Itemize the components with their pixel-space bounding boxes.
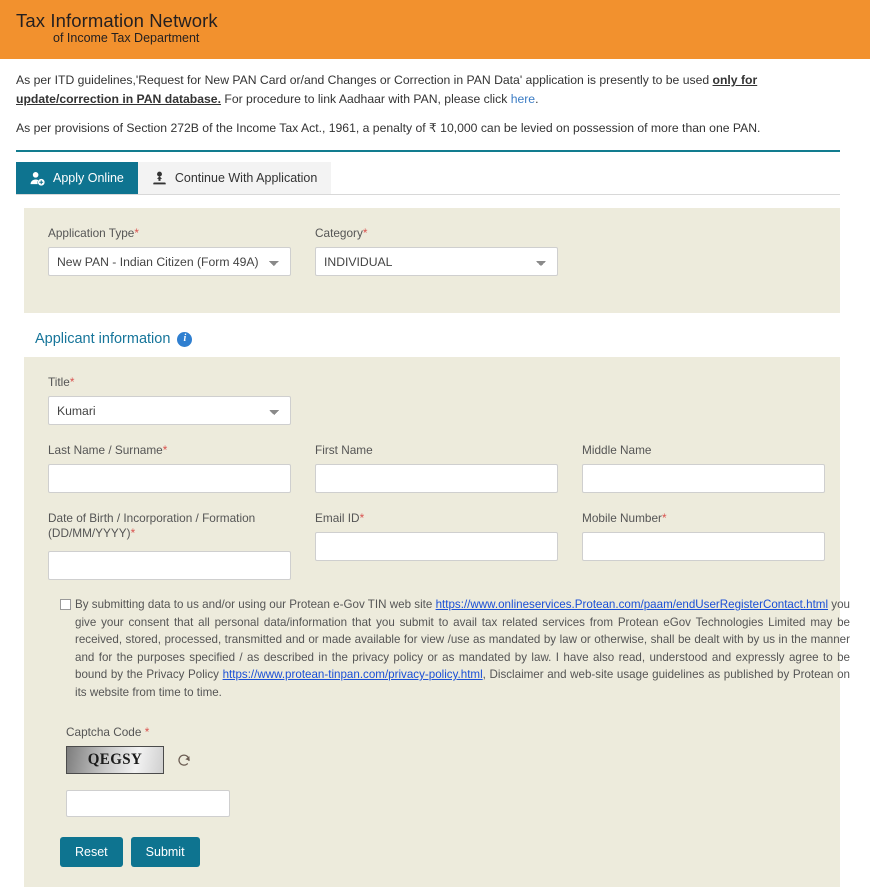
application-type-label-text: Application Type xyxy=(48,226,135,240)
captcha-label-text: Captcha Code xyxy=(66,725,142,739)
brand-subtitle: of Income Tax Department xyxy=(53,31,200,45)
last-name-input[interactable] xyxy=(48,464,291,493)
reset-button[interactable]: Reset xyxy=(60,837,123,867)
captcha-block: Captcha Code * QEGSY xyxy=(66,725,840,817)
tab-apply-online[interactable]: Apply Online xyxy=(16,162,138,194)
notice-text-part1: As per ITD guidelines,'Request for New P… xyxy=(16,73,713,87)
notice-text-part2: For procedure to link Aadhaar with PAN, … xyxy=(220,92,511,106)
category-select[interactable]: INDIVIDUAL xyxy=(315,247,558,276)
consent-link-registration[interactable]: https://www.onlineservices.Protean.com/p… xyxy=(436,598,828,611)
brand-title: Tax Information Network xyxy=(16,10,218,31)
captcha-row: QEGSY xyxy=(66,746,840,774)
email-input[interactable] xyxy=(315,532,558,561)
dob-label: Date of Birth / Incorporation / Formatio… xyxy=(48,511,291,545)
required-asterisk: * xyxy=(362,226,368,240)
middle-name-field: Middle Name xyxy=(570,443,837,493)
user-upload-icon xyxy=(152,171,167,186)
info-icon[interactable]: i xyxy=(177,331,193,347)
notice-text-part3: . xyxy=(535,92,539,106)
contact-row: Date of Birth / Incorporation / Formatio… xyxy=(24,511,840,580)
tab-continue-label: Continue With Application xyxy=(174,171,318,185)
tab-top-rule xyxy=(16,150,840,152)
required-asterisk: * xyxy=(130,526,136,540)
application-type-row: Application Type* New PAN - Indian Citiz… xyxy=(24,226,840,276)
name-row: Last Name / Surname* First Name Middle N… xyxy=(24,443,840,493)
consent-block: By submitting data to us and/or using ou… xyxy=(60,596,850,701)
tab-bar: Apply Online Continue With Application xyxy=(16,162,840,195)
required-asterisk: * xyxy=(662,511,667,525)
mobile-field: Mobile Number* xyxy=(570,511,837,561)
first-name-field: First Name xyxy=(303,443,570,493)
middle-name-label: Middle Name xyxy=(582,443,652,457)
email-label: Email ID* xyxy=(315,511,558,526)
dob-field: Date of Birth / Incorporation / Formatio… xyxy=(36,511,303,580)
application-type-panel: Application Type* New PAN - Indian Citiz… xyxy=(24,208,840,313)
application-type-field: Application Type* New PAN - Indian Citiz… xyxy=(36,226,303,276)
first-name-input[interactable] xyxy=(315,464,558,493)
tab-continue-with-application[interactable]: Continue With Application xyxy=(137,162,332,194)
category-field: Category* INDIVIDUAL xyxy=(303,226,570,276)
category-label-text: Category xyxy=(315,226,363,240)
applicant-information-panel: Title* Kumari Last Name / Surname* First… xyxy=(24,357,850,887)
required-asterisk: * xyxy=(359,511,365,525)
last-name-label-text: Last Name / Surname xyxy=(48,443,163,457)
mobile-label-text: Mobile Number xyxy=(582,511,662,525)
form-actions: Reset Submit xyxy=(60,837,840,867)
consent-checkbox[interactable] xyxy=(60,599,71,610)
consent-part1: By submitting data to us and/or using ou… xyxy=(75,598,436,611)
required-asterisk: * xyxy=(69,375,75,389)
last-name-label: Last Name / Surname* xyxy=(48,443,291,458)
email-field: Email ID* xyxy=(303,511,570,561)
captcha-image: QEGSY xyxy=(66,746,164,774)
applicant-information-heading-text: Applicant information xyxy=(35,331,171,347)
title-label: Title* xyxy=(48,375,291,390)
user-add-icon xyxy=(30,171,45,186)
required-asterisk: * xyxy=(144,725,150,739)
title-row: Title* Kumari xyxy=(24,375,840,425)
title-select[interactable]: Kumari xyxy=(48,396,291,425)
consent-text: By submitting data to us and/or using ou… xyxy=(75,596,850,701)
notice-block: As per ITD guidelines,'Request for New P… xyxy=(0,59,870,138)
refresh-icon[interactable] xyxy=(176,752,192,768)
site-header: Tax Information Network of Income Tax De… xyxy=(0,0,870,59)
captcha-code-text: QEGSY xyxy=(87,751,143,768)
mobile-input[interactable] xyxy=(582,532,825,561)
submit-button[interactable]: Submit xyxy=(130,837,200,867)
required-asterisk: * xyxy=(162,443,168,457)
mobile-label: Mobile Number* xyxy=(582,511,825,526)
application-type-select[interactable]: New PAN - Indian Citizen (Form 49A) xyxy=(48,247,291,276)
dob-input[interactable] xyxy=(48,551,291,580)
required-asterisk: * xyxy=(134,226,139,240)
application-type-label: Application Type* xyxy=(48,226,291,241)
title-field: Title* Kumari xyxy=(36,375,303,425)
dob-label-text: Date of Birth / Incorporation / Formatio… xyxy=(48,511,256,540)
tab-apply-online-label: Apply Online xyxy=(53,171,124,185)
aadhaar-link-here[interactable]: here xyxy=(511,92,535,106)
middle-name-input[interactable] xyxy=(582,464,825,493)
captcha-input[interactable] xyxy=(66,790,230,817)
applicant-information-heading: Applicant information i xyxy=(35,331,870,347)
first-name-label: First Name xyxy=(315,443,373,457)
email-label-text: Email ID xyxy=(315,511,360,525)
notice-itd-guidelines: As per ITD guidelines,'Request for New P… xyxy=(16,71,831,109)
notice-penalty: As per provisions of Section 272B of the… xyxy=(16,121,761,135)
consent-link-privacy-policy[interactable]: https://www.protean-tinpan.com/privacy-p… xyxy=(223,668,483,681)
captcha-label: Captcha Code * xyxy=(66,725,840,739)
last-name-field: Last Name / Surname* xyxy=(36,443,303,493)
title-label-text: Title xyxy=(48,375,70,389)
category-label: Category* xyxy=(315,226,558,241)
